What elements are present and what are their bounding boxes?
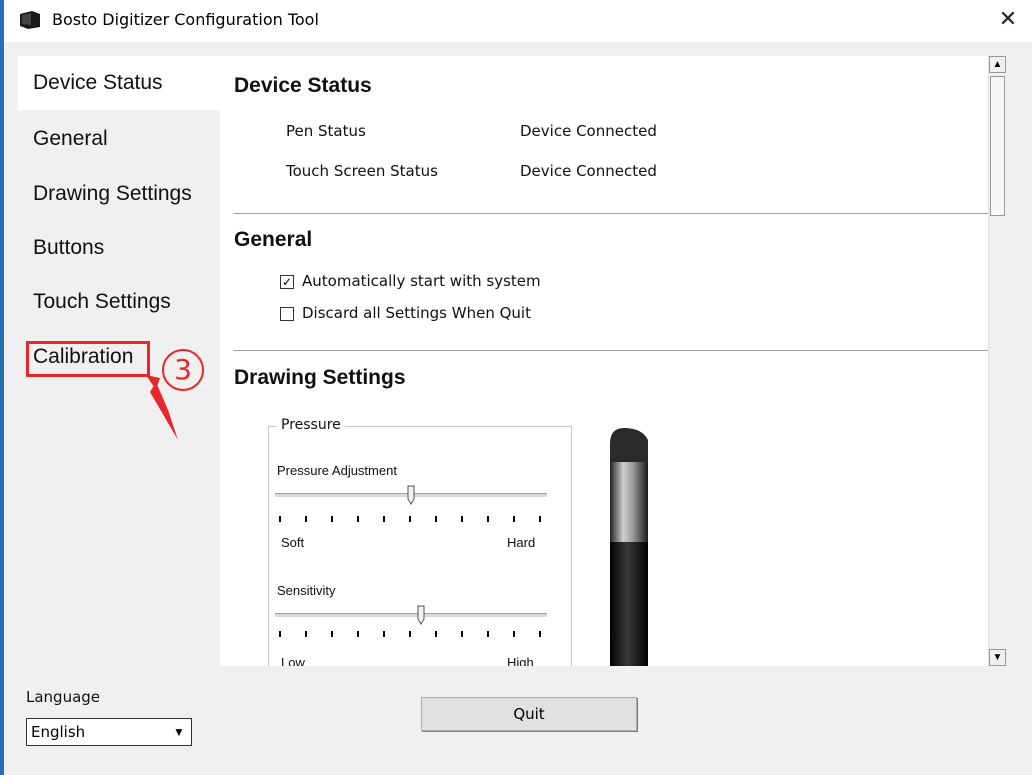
pressure-group: Pressure Pressure Adjustment Soft Hard S… [268, 417, 572, 666]
sensitivity-max-label: High [507, 655, 534, 666]
scroll-down-icon[interactable]: ▼ [989, 649, 1006, 666]
sidebar-item-label: Device Status [33, 71, 163, 94]
auto-start-checkbox[interactable]: ✓ [280, 275, 294, 289]
scroll-up-icon[interactable]: ▲ [989, 56, 1006, 73]
sidebar-item-label: Buttons [33, 236, 105, 259]
divider [234, 213, 988, 214]
sidebar-item-general[interactable]: General [18, 112, 220, 166]
pressure-min-label: Soft [281, 535, 305, 550]
sidebar-item-label: General [33, 127, 108, 150]
close-icon[interactable]: ✕ [994, 6, 1022, 34]
touch-screen-status-value: Device Connected [520, 162, 657, 180]
pen-status-label: Pen Status [286, 122, 366, 140]
window-border [0, 0, 4, 775]
sensitivity-slider-track[interactable] [275, 613, 547, 617]
content-scrollbar[interactable]: ▲ ▼ [988, 56, 1006, 666]
calibration-highlight-box [26, 341, 150, 377]
pressure-group-legend: Pressure [277, 417, 345, 433]
sidebar-item-touch-settings[interactable]: Touch Settings [18, 275, 220, 329]
title-bar: Bosto Digitizer Configuration Tool ✕ [4, 0, 1032, 42]
sidebar-item-label: Touch Settings [33, 290, 171, 313]
scrollbar-thumb[interactable] [990, 76, 1005, 216]
general-heading: General [234, 228, 313, 251]
sensitivity-label: Sensitivity [277, 583, 336, 598]
touch-screen-status-label: Touch Screen Status [286, 162, 438, 180]
language-select-value: English [31, 723, 86, 741]
pen-status-value: Device Connected [520, 122, 657, 140]
divider [234, 350, 988, 351]
language-select[interactable]: English ▼ [26, 718, 192, 746]
app-window: Bosto Digitizer Configuration Tool ✕ Dev… [0, 0, 1032, 775]
sensitivity-slider-thumb[interactable] [417, 605, 425, 625]
discard-settings-label: Discard all Settings When Quit [302, 304, 531, 322]
chevron-down-icon[interactable]: ▼ [169, 721, 189, 743]
tablet-app-icon [20, 11, 40, 29]
pressure-adjustment-label: Pressure Adjustment [277, 463, 397, 478]
sensitivity-min-label: Low [281, 655, 305, 666]
discard-settings-checkbox[interactable] [280, 307, 294, 321]
device-status-heading: Device Status [234, 74, 372, 97]
pressure-max-label: Hard [507, 535, 536, 550]
settings-content-panel[interactable]: Device Status Pen Status Device Connecte… [220, 56, 988, 666]
step-callout: 3 [162, 349, 204, 391]
quit-button[interactable]: Quit [421, 697, 637, 731]
sidebar-item-buttons[interactable]: Buttons [18, 221, 220, 275]
pen-image [610, 428, 648, 666]
language-label: Language [26, 688, 101, 706]
sensitivity-slider-ticks [279, 631, 545, 637]
pressure-slider-ticks [279, 516, 545, 522]
auto-start-label: Automatically start with system [302, 272, 541, 290]
window-title: Bosto Digitizer Configuration Tool [52, 10, 319, 29]
drawing-settings-heading: Drawing Settings [234, 366, 406, 389]
sidebar-item-device-status[interactable]: Device Status [18, 56, 220, 110]
sidebar-item-drawing-settings[interactable]: Drawing Settings [18, 167, 220, 221]
sidebar-item-label: Drawing Settings [33, 182, 192, 205]
pressure-slider-thumb[interactable] [407, 485, 415, 505]
